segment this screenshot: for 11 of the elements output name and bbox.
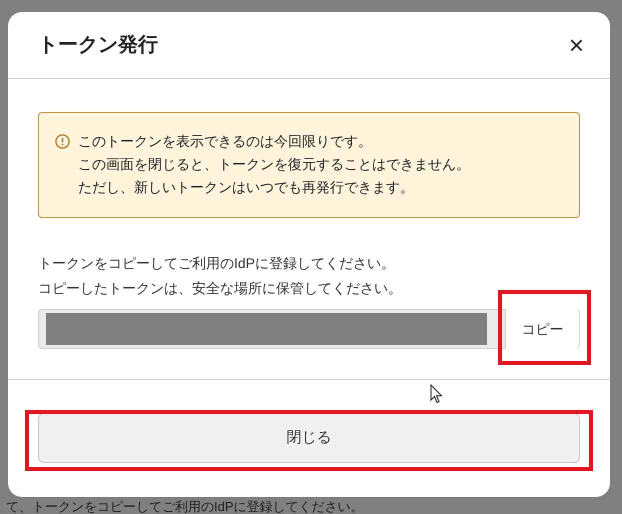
alert-text: このトークンを表示できるのは今回限りです。 — [78, 132, 373, 151]
warning-icon — [55, 134, 70, 149]
close-dialog-button[interactable]: 閉じる — [38, 413, 580, 463]
pointer-icon — [430, 384, 443, 404]
instruction-text: トークンをコピーしてご利用のIdPに登録してください。 — [38, 254, 396, 273]
alert-text: この画面を閉じると、トークンを復元することはできません。 — [78, 155, 470, 174]
instruction-text: コピーしたトークンは、安全な場所に保管してください。 — [38, 279, 403, 298]
dialog-title: トークン発行 — [38, 33, 158, 58]
close-button[interactable]: × — [564, 32, 588, 58]
alert-text: ただし、新しいトークンはいつでも再発行できます。 — [78, 178, 415, 197]
background-text: て、トークンをコピーしてご利用のIdPに登録してください。 — [6, 500, 364, 514]
